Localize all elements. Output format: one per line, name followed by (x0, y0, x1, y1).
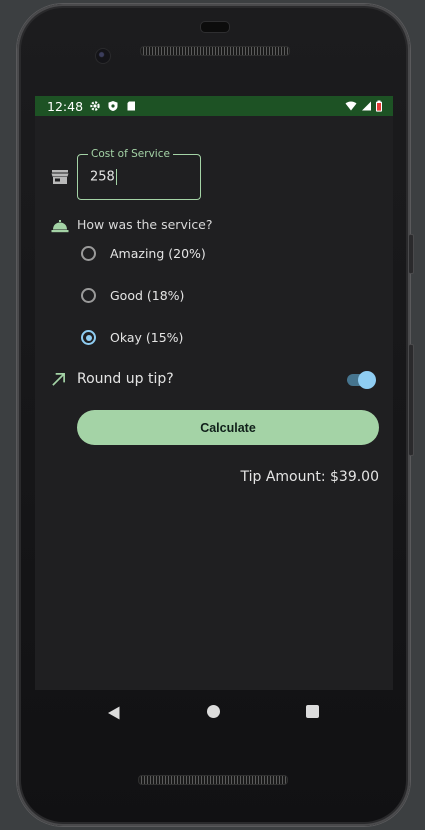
room-service-bell-icon (51, 220, 69, 233)
cost-of-service-input[interactable]: 258 (90, 169, 118, 185)
gear-icon (90, 101, 100, 111)
top-speaker-grill (140, 46, 290, 56)
radio-button-selected[interactable] (81, 330, 96, 345)
tip-option-label: Good (18%) (110, 288, 185, 303)
calculate-button[interactable]: Calculate (77, 410, 379, 445)
navigation-bar (35, 690, 393, 735)
volume-button (408, 234, 414, 274)
power-button (408, 344, 414, 456)
cost-of-service-field[interactable]: Cost of Service 258 (77, 147, 201, 200)
battery-icon (376, 100, 382, 112)
recents-icon[interactable] (306, 705, 319, 718)
status-time: 12:48 (47, 98, 84, 114)
cost-value-text: 258 (90, 169, 115, 185)
front-camera (95, 48, 111, 64)
trending-up-icon (52, 373, 65, 386)
tip-option-okay[interactable]: Okay (15%) (81, 330, 183, 345)
tip-amount-text: Tip Amount: $39.00 (240, 469, 379, 485)
shield-icon (108, 101, 118, 111)
tip-option-label: Amazing (20%) (110, 246, 206, 261)
wifi-icon (345, 101, 357, 111)
round-up-label: Round up tip? (77, 371, 174, 387)
switch-thumb[interactable] (358, 371, 376, 389)
status-bar: 12:48 (35, 96, 393, 116)
bottom-speaker-grill (138, 775, 288, 785)
tip-option-amazing[interactable]: Amazing (20%) (81, 246, 206, 261)
service-question-text: How was the service? (77, 217, 213, 232)
text-cursor (115, 169, 118, 185)
earpiece-notch (200, 21, 230, 33)
sd-card-icon (127, 101, 136, 111)
radio-button[interactable] (81, 246, 96, 261)
tip-option-good[interactable]: Good (18%) (81, 288, 184, 303)
storefront-icon (51, 170, 69, 184)
app-screen: 12:48 Cost of Service 258 How was the se… (35, 96, 393, 690)
radio-button[interactable] (81, 288, 96, 303)
signal-icon (362, 101, 371, 111)
tip-option-label: Okay (15%) (110, 330, 184, 345)
back-icon[interactable] (107, 706, 120, 720)
round-up-switch[interactable] (347, 370, 377, 390)
home-icon[interactable] (207, 705, 220, 718)
cost-of-service-label: Cost of Service (88, 147, 173, 161)
